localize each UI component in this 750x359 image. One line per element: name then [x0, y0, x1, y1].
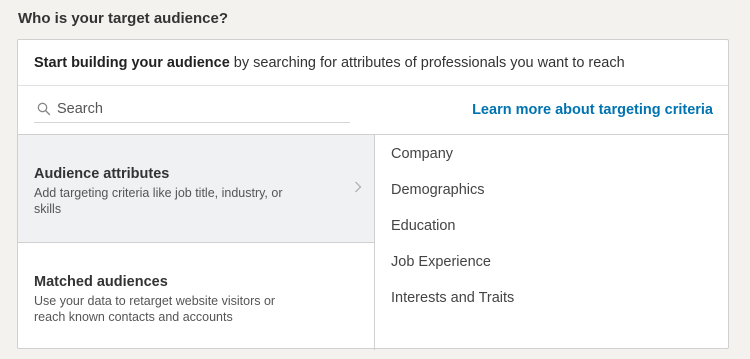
attribute-group-description: Use your data to retarget website visito… [34, 294, 276, 324]
attribute-group-description: Add targeting criteria like job title, i… [34, 186, 283, 216]
category-interests-and-traits[interactable]: Interests and Traits [391, 289, 728, 325]
intro-bold: Start building your audience [34, 54, 230, 71]
audience-attributes-item[interactable]: Audience attributes Add targeting criter… [18, 135, 374, 243]
matched-audiences-item[interactable]: Matched audiences Use your data to retar… [18, 243, 374, 350]
attribute-group-title: Matched audiences [34, 274, 168, 290]
search-input[interactable] [57, 101, 337, 117]
category-job-experience[interactable]: Job Experience [391, 253, 728, 289]
category-demographics[interactable]: Demographics [391, 181, 728, 217]
category-list: Company Demographics Education Job Exper… [375, 135, 728, 350]
category-company[interactable]: Company [391, 145, 728, 181]
chevron-right-icon [355, 181, 362, 193]
intro-rest: by searching for attributes of professio… [233, 54, 625, 71]
search-box[interactable] [34, 96, 350, 123]
targeting-body: Audience attributes Add targeting criter… [18, 135, 728, 350]
audience-panel: Start building your audience by searchin… [17, 39, 729, 350]
category-education[interactable]: Education [391, 217, 728, 253]
section-title: Who is your target audience? [18, 10, 229, 27]
intro-text: Start building your audience by searchin… [18, 40, 728, 86]
attribute-group-title: Audience attributes [34, 166, 170, 182]
attribute-group-list: Audience attributes Add targeting criter… [18, 135, 375, 350]
search-row: Learn more about targeting criteria [18, 86, 728, 135]
learn-more-link[interactable]: Learn more about targeting criteria [472, 102, 713, 118]
search-icon [37, 102, 51, 116]
